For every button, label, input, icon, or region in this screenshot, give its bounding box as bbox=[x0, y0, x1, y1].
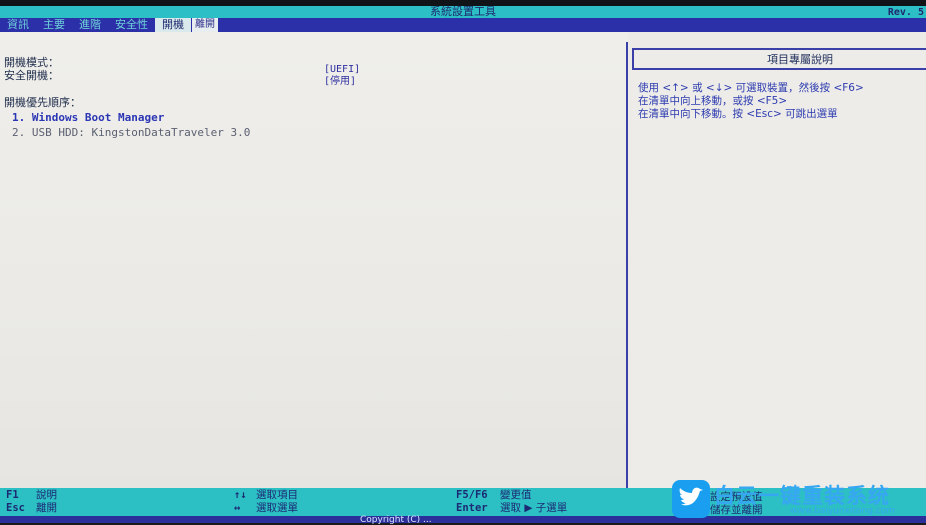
pane-divider bbox=[626, 42, 628, 488]
enter-desc: 選取 ▶ 子選單 bbox=[500, 502, 568, 514]
settings-pane bbox=[0, 32, 628, 488]
menu-tabs: 資訊 主要 進階 安全性 開機 離開 bbox=[0, 18, 218, 32]
tab-boot[interactable]: 開機 bbox=[155, 18, 191, 32]
copyright-bar bbox=[0, 516, 926, 523]
boot-priority-label: 開機優先順序： bbox=[4, 96, 81, 109]
f5f6-desc: 變更值 bbox=[500, 489, 532, 501]
revision-label: Rev. 5 bbox=[887, 7, 924, 18]
leftright-key: ↔ bbox=[234, 502, 241, 514]
f1-desc: 說明 bbox=[36, 489, 57, 501]
secure-boot-label: 安全開機： bbox=[4, 69, 59, 82]
f1-key: F1 bbox=[6, 489, 19, 501]
enter-key: Enter bbox=[456, 502, 488, 514]
help-header: 項目專屬說明 bbox=[767, 53, 833, 66]
tab-security[interactable]: 安全性 bbox=[108, 18, 155, 32]
secure-boot-value[interactable]: [停用] bbox=[324, 75, 356, 88]
tab-advanced[interactable]: 進階 bbox=[72, 18, 108, 32]
esc-key: Esc bbox=[6, 502, 25, 514]
copyright-text: Copyright (C) ... bbox=[360, 515, 432, 525]
boot-item-usb-hdd[interactable]: 2. USB HDD: KingstonDataTraveler 3.0 bbox=[12, 126, 250, 139]
boot-item-windows-boot-manager[interactable]: 1. Windows Boot Manager bbox=[12, 111, 164, 124]
bird-logo-icon bbox=[672, 480, 710, 518]
tab-main[interactable]: 主要 bbox=[36, 18, 72, 32]
help-line-1: 使用 <↑> 或 <↓> 可選取裝置，然後按 <F6> bbox=[638, 82, 864, 94]
tab-exit[interactable]: 離開 bbox=[192, 18, 218, 32]
help-line-2: 在清單中向上移動，或按 <F5> bbox=[638, 95, 788, 107]
watermark-url: www.baiyunxitong.com bbox=[790, 506, 895, 516]
updown-key: ↑↓ bbox=[234, 489, 247, 501]
bios-screen: 系統設置工具 Rev. 5 資訊 主要 進階 安全性 開機 離開 項目專屬說明 … bbox=[0, 0, 926, 525]
boot-mode-label: 開機模式： bbox=[4, 56, 59, 69]
window-title: 系統設置工具 bbox=[430, 5, 496, 18]
f5f6-key: F5/F6 bbox=[456, 489, 488, 501]
help-line-3: 在清單中向下移動。按 <Esc> 可跳出選單 bbox=[638, 108, 838, 120]
tab-info[interactable]: 資訊 bbox=[0, 18, 36, 32]
leftright-desc: 選取選單 bbox=[256, 502, 298, 514]
updown-desc: 選取項目 bbox=[256, 489, 298, 501]
esc-desc: 離開 bbox=[36, 502, 57, 514]
